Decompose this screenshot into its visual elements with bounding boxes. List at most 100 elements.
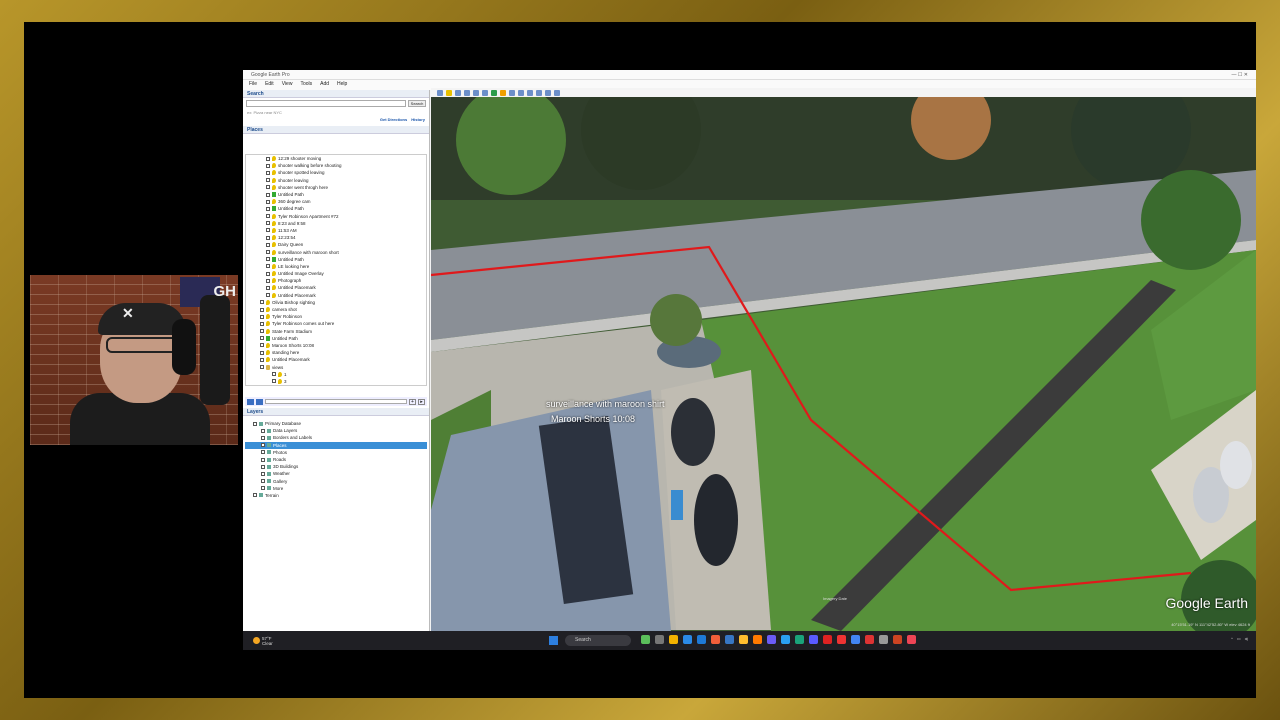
checkbox[interactable] xyxy=(266,264,270,269)
checkbox[interactable] xyxy=(260,321,264,326)
checkbox[interactable] xyxy=(272,379,276,384)
checkbox[interactable] xyxy=(266,185,270,190)
layer-item[interactable]: Terrain xyxy=(245,492,427,499)
checkbox[interactable] xyxy=(261,457,265,462)
history-link[interactable]: History xyxy=(411,117,425,122)
record-tour-icon[interactable] xyxy=(482,89,488,96)
places-item[interactable]: Photograph xyxy=(246,277,426,284)
network-icon[interactable]: ▭ xyxy=(1237,636,1241,641)
places-item[interactable]: views xyxy=(246,363,426,370)
layer-item[interactable]: 3D Buildings xyxy=(245,463,427,470)
historical-imagery-icon[interactable] xyxy=(491,89,497,96)
checkbox[interactable] xyxy=(266,228,270,233)
places-item[interactable]: 12:29 shooter moving xyxy=(246,155,426,162)
places-item[interactable]: Untitled Placemark xyxy=(246,284,426,291)
ruler-icon[interactable] xyxy=(518,89,524,96)
places-item[interactable]: 3 xyxy=(246,378,426,385)
layer-item[interactable]: Photos xyxy=(245,449,427,456)
places-item[interactable]: surveillance with maroon short xyxy=(246,248,426,255)
taskbar-app-icon[interactable] xyxy=(655,635,664,644)
search-input[interactable] xyxy=(246,100,406,107)
places-item[interactable]: Untitled Path xyxy=(246,335,426,342)
menu-view[interactable]: View xyxy=(282,81,293,89)
checkbox[interactable] xyxy=(266,163,270,168)
checkbox[interactable] xyxy=(266,178,270,183)
checkbox[interactable] xyxy=(272,372,276,377)
checkbox[interactable] xyxy=(261,428,265,433)
checkbox[interactable] xyxy=(260,350,264,355)
path-icon[interactable] xyxy=(464,89,470,96)
places-item[interactable]: Untitled Path xyxy=(246,256,426,263)
checkbox[interactable] xyxy=(266,192,270,197)
checkbox[interactable] xyxy=(260,357,264,362)
places-item[interactable]: Olivia Bishop sighting xyxy=(246,299,426,306)
volume-icon[interactable]: ◂) xyxy=(1245,636,1248,641)
checkbox[interactable] xyxy=(261,479,265,484)
taskbar-app-icon[interactable] xyxy=(641,635,650,644)
menu-edit[interactable]: Edit xyxy=(265,81,274,89)
checkbox[interactable] xyxy=(266,271,270,276)
chevron-up-icon[interactable]: ^ xyxy=(1231,636,1233,641)
checkbox[interactable] xyxy=(266,221,270,226)
checkbox[interactable] xyxy=(261,464,265,469)
start-icon[interactable] xyxy=(549,636,558,645)
checkbox[interactable] xyxy=(266,278,270,283)
checkbox[interactable] xyxy=(266,250,270,255)
email-icon[interactable] xyxy=(527,89,533,96)
taskbar-app-icon[interactable] xyxy=(865,635,874,644)
checkbox[interactable] xyxy=(266,242,270,247)
layer-item[interactable]: Roads xyxy=(245,456,427,463)
places-item[interactable]: camera shot xyxy=(246,306,426,313)
checkbox[interactable] xyxy=(266,156,270,161)
placemark-label-surveillance[interactable]: surveillance with maroon shirt xyxy=(546,399,665,409)
places-item[interactable]: 12:23:54 xyxy=(246,234,426,241)
taskbar-app-icon[interactable] xyxy=(893,635,902,644)
places-item[interactable]: LE looking here xyxy=(246,263,426,270)
checkbox[interactable] xyxy=(260,307,264,312)
add-folder-button[interactable]: ▸ xyxy=(418,398,425,405)
image-overlay-icon[interactable] xyxy=(473,89,479,96)
list-toggle-button[interactable] xyxy=(256,398,263,405)
places-item[interactable]: State Farm Stadium xyxy=(246,328,426,335)
checkbox[interactable] xyxy=(266,214,270,219)
taskbar-search[interactable]: Search xyxy=(565,635,631,646)
menu-help[interactable]: Help xyxy=(337,81,347,89)
places-filter-input[interactable] xyxy=(265,399,407,404)
checkbox[interactable] xyxy=(261,443,265,448)
places-item[interactable]: Tyler Robinson comes out here xyxy=(246,320,426,327)
places-item[interactable]: shooter spotted leaving xyxy=(246,169,426,176)
checkbox[interactable] xyxy=(261,471,265,476)
places-item[interactable]: 360 degree cam xyxy=(246,198,426,205)
places-item[interactable]: Untitled Path xyxy=(246,205,426,212)
checkbox[interactable] xyxy=(260,343,264,348)
search-toggle-button[interactable] xyxy=(247,398,254,405)
taskbar-app-icon[interactable] xyxy=(753,635,762,644)
taskbar-app-icon[interactable] xyxy=(781,635,790,644)
menu-file[interactable]: File xyxy=(249,81,257,89)
taskbar-app-icon[interactable] xyxy=(879,635,888,644)
checkbox[interactable] xyxy=(261,435,265,440)
places-item[interactable]: standing here xyxy=(246,349,426,356)
places-item[interactable]: Untitled Image Overlay xyxy=(246,270,426,277)
checkbox[interactable] xyxy=(260,365,264,370)
places-item[interactable]: 8:23 and 9:58 xyxy=(246,220,426,227)
places-item[interactable]: shooter walking before shooting xyxy=(246,162,426,169)
weather-widget[interactable]: 57°F Clear xyxy=(243,636,273,646)
layers-panel-header[interactable]: Layers xyxy=(243,408,429,416)
checkbox[interactable] xyxy=(266,206,270,211)
save-image-icon[interactable] xyxy=(545,89,551,96)
polygon-icon[interactable] xyxy=(455,89,461,96)
checkbox[interactable] xyxy=(261,450,265,455)
places-item[interactable]: Untitled Path xyxy=(246,191,426,198)
print-icon[interactable] xyxy=(536,89,542,96)
places-item[interactable]: shooter went throgh here xyxy=(246,184,426,191)
google-maps-icon[interactable] xyxy=(554,89,560,96)
taskbar-app-icon[interactable] xyxy=(697,635,706,644)
window-controls[interactable]: — ☐ ✕ xyxy=(1232,72,1248,78)
checkbox[interactable] xyxy=(253,421,257,426)
places-item[interactable]: Tyler Robinson xyxy=(246,313,426,320)
checkbox[interactable] xyxy=(260,300,264,305)
places-item[interactable]: 1 xyxy=(246,371,426,378)
planets-icon[interactable] xyxy=(509,89,515,96)
checkbox[interactable] xyxy=(266,235,270,240)
